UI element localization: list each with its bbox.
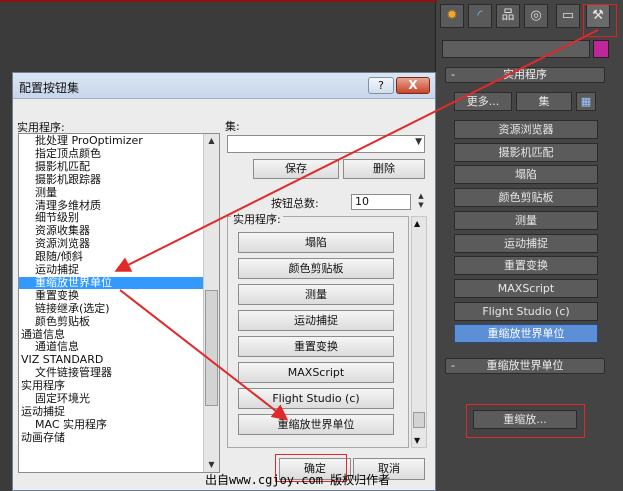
rescale-button-highlight: [466, 404, 585, 438]
set-buttons-group-label: 实用程序:: [231, 211, 283, 227]
display-tab[interactable]: ▭: [556, 4, 580, 28]
collapse-icon: -: [451, 68, 455, 81]
list-item[interactable]: 资源浏览器: [19, 238, 204, 250]
scroll-thumb[interactable]: [413, 412, 425, 428]
scroll-down-icon[interactable]: ▼: [414, 436, 420, 445]
hierarchy-icon: 品: [501, 8, 515, 23]
list-item[interactable]: VIZ STANDARD: [19, 354, 204, 366]
list-item[interactable]: 固定环境光: [19, 393, 204, 405]
dropdown-icon: ▼: [415, 137, 422, 147]
list-item[interactable]: 运动捕捉: [19, 405, 204, 418]
scroll-down-icon[interactable]: ▼: [206, 458, 217, 472]
list-item[interactable]: 指定顶点颜色: [19, 147, 204, 160]
modify-tab[interactable]: ◜: [468, 4, 492, 28]
more-button[interactable]: 更多...: [454, 92, 512, 111]
list-item[interactable]: 重置变换: [19, 289, 204, 302]
configure-icon: ▦: [580, 95, 592, 108]
list-item[interactable]: 文件链接管理器: [19, 367, 204, 379]
close-button[interactable]: X: [396, 77, 430, 94]
set-button[interactable]: 塌陷: [238, 232, 394, 253]
scroll-up-icon[interactable]: ▲: [414, 219, 420, 228]
list-item[interactable]: 运动捕捉: [19, 264, 204, 276]
set-button[interactable]: Flight Studio (c): [238, 388, 394, 409]
display-icon: ▭: [561, 8, 575, 23]
set-button[interactable]: 重置变换: [238, 336, 394, 357]
list-item[interactable]: 实用程序: [19, 380, 204, 392]
utility-button[interactable]: MAXScript: [454, 278, 598, 298]
list-item[interactable]: 细节级别: [19, 212, 204, 224]
utility-button[interactable]: 颜色剪贴板: [454, 188, 598, 208]
dialog-titlebar[interactable]: 配置按钮集 ? X: [13, 73, 435, 99]
delete-button[interactable]: 删除: [343, 159, 425, 179]
list-item[interactable]: 通道信息: [19, 341, 204, 353]
utility-button[interactable]: 塌陷: [454, 165, 598, 185]
utility-list-scrollbar[interactable]: ▲ ▼: [203, 134, 219, 472]
save-button[interactable]: 保存: [253, 159, 339, 179]
set-button[interactable]: 运动捕捉: [238, 310, 394, 331]
set-button[interactable]: 颜色剪贴板: [238, 258, 394, 279]
list-item[interactable]: 资源收集器: [19, 225, 204, 237]
list-item[interactable]: 颜色剪贴板: [19, 315, 204, 328]
help-button[interactable]: ?: [368, 77, 394, 94]
create-tab[interactable]: ✹: [440, 4, 464, 28]
utility-list[interactable]: 批处理 ProOptimizer 指定顶点颜色 摄影机匹配 摄影机跟踪器 测量 清理多维材…: [18, 133, 220, 473]
list-item[interactable]: 测量: [19, 186, 204, 199]
set-buttons-scrollbar[interactable]: ▲ ▼: [411, 216, 427, 448]
list-item[interactable]: 清理多维材质: [19, 199, 204, 212]
set-button[interactable]: MAXScript: [238, 362, 394, 383]
utilities-rollout-title: 实用程序: [503, 68, 547, 81]
motion-icon: ◎: [530, 8, 542, 23]
button-count-spinner[interactable]: 10: [351, 194, 411, 210]
set-button[interactable]: 测量: [238, 284, 394, 305]
utility-button[interactable]: 摄影机匹配: [454, 142, 598, 162]
arc-icon: ◜: [477, 8, 483, 23]
spinner-arrows-icon[interactable]: ▲ ▼: [415, 192, 427, 211]
utility-button[interactable]: 资源浏览器: [454, 120, 598, 139]
set-label: 集:: [225, 120, 240, 133]
hierarchy-tab[interactable]: 品: [496, 4, 520, 28]
object-name-field[interactable]: [442, 40, 590, 58]
list-item[interactable]: 链接继承(选定): [19, 302, 204, 315]
rescale-rollout-header[interactable]: - 重缩放世界单位: [445, 358, 605, 374]
list-item[interactable]: MAC 实用程序: [19, 418, 204, 431]
scroll-thumb[interactable]: [205, 290, 218, 406]
collapse-icon: -: [451, 359, 455, 372]
utility-button[interactable]: 运动捕捉: [454, 233, 598, 253]
dialog-title: 配置按钮集: [19, 81, 80, 95]
configure-sets-button[interactable]: ▦: [576, 92, 596, 111]
utility-button[interactable]: 重置变换: [454, 256, 598, 276]
configure-button-sets-dialog: 配置按钮集 ? X 实用程序: 批处理 ProOptimizer 指定顶点颜色 摄影…: [12, 72, 436, 491]
utility-button[interactable]: 重缩放世界单位: [454, 324, 598, 344]
watermark-text: 出自www.cgjoy.com 版权归作者: [205, 473, 391, 487]
scroll-up-icon[interactable]: ▲: [206, 134, 217, 148]
utilities-tab-highlight: [583, 4, 617, 37]
list-item[interactable]: 批处理 ProOptimizer: [19, 135, 204, 147]
rescale-rollout-title: 重缩放世界单位: [486, 359, 564, 372]
list-item[interactable]: 摄影机跟踪器: [19, 173, 204, 186]
sets-button[interactable]: 集: [516, 92, 572, 111]
utilities-rollout-header[interactable]: - 实用程序: [445, 67, 605, 83]
screen: ✹ ◜ 品 ◎ ▭ ⚒ - 实用程序 更多... 集 ▦ 资源浏览器 摄影机匹配 塌陷…: [0, 0, 623, 491]
list-item[interactable]: 重缩放世界单位: [19, 276, 204, 289]
list-item[interactable]: 摄影机匹配: [19, 160, 204, 173]
list-item[interactable]: 跟随/倾斜: [19, 251, 204, 263]
sphere-icon: ✹: [446, 8, 458, 23]
set-combobox[interactable]: ▼: [227, 135, 425, 153]
set-button[interactable]: 重缩放世界单位: [238, 414, 394, 435]
motion-tab[interactable]: ◎: [524, 4, 548, 28]
list-item[interactable]: 动画存储: [19, 431, 204, 444]
object-color-swatch[interactable]: [593, 40, 609, 58]
list-item[interactable]: 通道信息: [19, 328, 204, 341]
button-count-label: 按钮总数:: [271, 197, 319, 210]
utility-button[interactable]: Flight Studio (c): [454, 301, 598, 321]
utility-button[interactable]: 测量: [454, 210, 598, 230]
